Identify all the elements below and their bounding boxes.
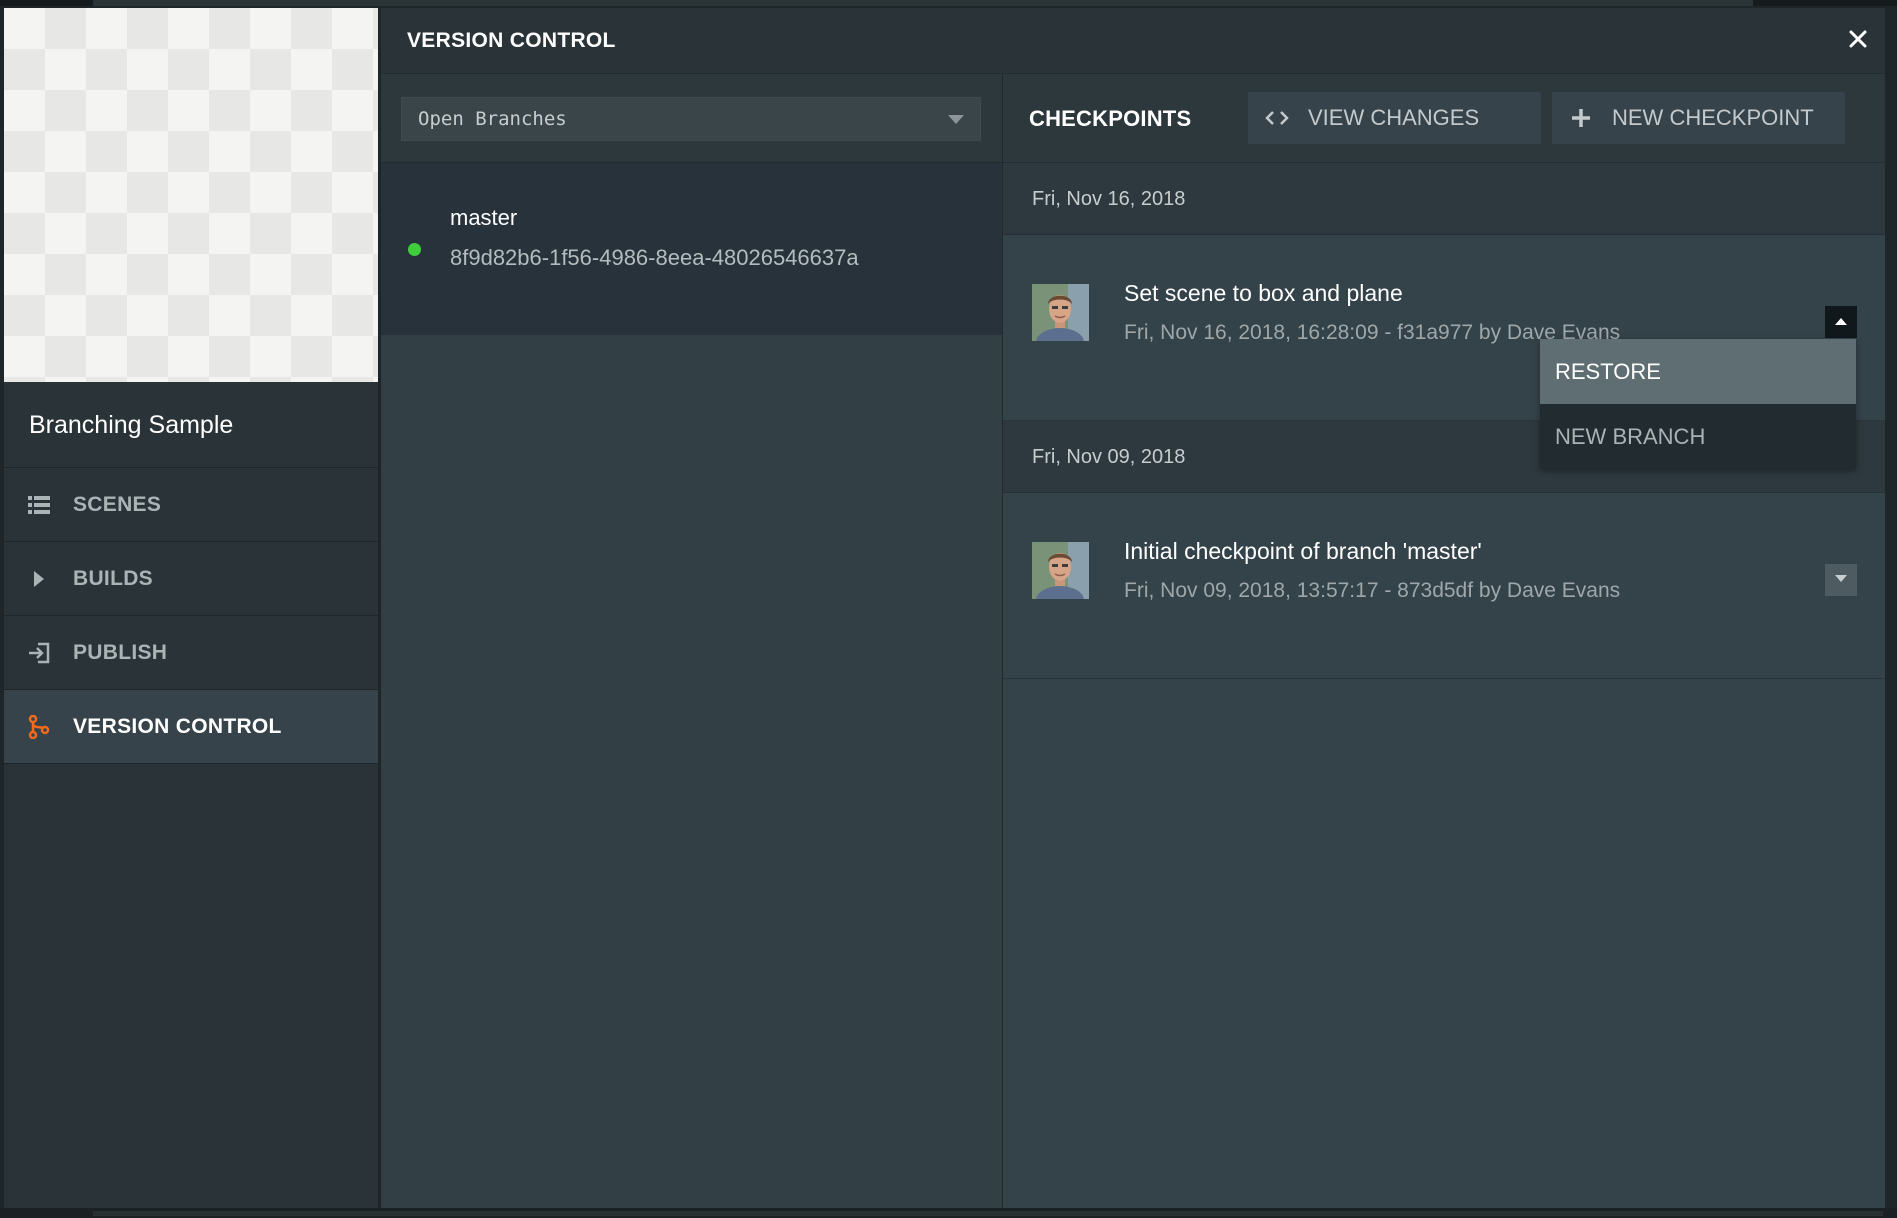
view-changes-button[interactable]: VIEW CHANGES bbox=[1248, 92, 1541, 144]
branch-item-master[interactable]: master 8f9d82b6-1f56-4986-8eea-480265466… bbox=[381, 163, 1002, 335]
panel-title: VERSION CONTROL bbox=[407, 29, 616, 52]
checkpoint-item[interactable]: Initial checkpoint of branch 'master' Fr… bbox=[1003, 493, 1885, 679]
sidebar-item-scenes[interactable]: SCENES bbox=[4, 468, 378, 542]
menu-item-new-branch[interactable]: NEW BRANCH bbox=[1540, 404, 1856, 469]
checkpoint-date-header: Fri, Nov 16, 2018 bbox=[1003, 163, 1885, 235]
code-icon bbox=[1264, 105, 1290, 131]
panel-header: VERSION CONTROL bbox=[381, 8, 1885, 74]
close-button[interactable] bbox=[1839, 22, 1877, 60]
new-checkpoint-button[interactable]: NEW CHECKPOINT bbox=[1552, 92, 1845, 144]
view-changes-label: VIEW CHANGES bbox=[1308, 105, 1480, 130]
sidebar-item-publish[interactable]: PUBLISH bbox=[4, 616, 378, 690]
sidebar-item-label: VERSION CONTROL bbox=[73, 714, 282, 738]
branch-id: 8f9d82b6-1f56-4986-8eea-48026546637a bbox=[450, 245, 859, 270]
project-thumbnail[interactable] bbox=[4, 8, 378, 382]
avatar bbox=[1032, 284, 1089, 341]
chevron-down-icon bbox=[1834, 571, 1848, 589]
checkpoint-menu-toggle[interactable] bbox=[1825, 306, 1857, 338]
menu-item-restore[interactable]: RESTORE bbox=[1540, 339, 1856, 404]
checkpoint-meta: Fri, Nov 09, 2018, 13:57:17 - 873d5df by… bbox=[1124, 579, 1621, 602]
top-window-strip-segment bbox=[93, 0, 1753, 6]
checkpoint-context-menu: RESTORE NEW BRANCH bbox=[1540, 339, 1856, 469]
list-icon bbox=[27, 493, 51, 517]
avatar bbox=[1032, 542, 1089, 599]
publish-icon bbox=[27, 641, 51, 665]
chevron-up-icon bbox=[1834, 313, 1848, 331]
checkpoints-column: CHECKPOINTS VIEW CHANGES NEW CHECKPOINT … bbox=[1003, 74, 1885, 1208]
sidebar-item-label: BUILDS bbox=[73, 566, 153, 590]
sidebar: Branching Sample SCENES BUILDS PUBLISH V… bbox=[4, 8, 378, 1208]
bottom-window-strip bbox=[0, 1208, 1897, 1218]
branch-status-dot bbox=[408, 243, 421, 256]
version-control-panel: VERSION CONTROL Open Branches master 8f9… bbox=[381, 8, 1885, 1208]
sidebar-item-version-control[interactable]: VERSION CONTROL bbox=[4, 690, 378, 764]
checkpoint-menu-toggle[interactable] bbox=[1825, 564, 1857, 596]
branch-name: master bbox=[450, 205, 518, 230]
sidebar-item-label: SCENES bbox=[73, 492, 162, 516]
sidebar-item-label: PUBLISH bbox=[73, 640, 168, 664]
sidebar-item-builds[interactable]: BUILDS bbox=[4, 542, 378, 616]
play-icon bbox=[27, 567, 51, 591]
checkpoint-title: Initial checkpoint of branch 'master' bbox=[1124, 538, 1482, 564]
branch-filter-value: Open Branches bbox=[418, 108, 567, 130]
project-name: Branching Sample bbox=[4, 382, 378, 468]
close-icon bbox=[1849, 30, 1867, 53]
branch-filter-select[interactable]: Open Branches bbox=[401, 97, 981, 141]
checkpoint-title: Set scene to box and plane bbox=[1124, 280, 1403, 306]
branches-column: Open Branches master 8f9d82b6-1f56-4986-… bbox=[381, 74, 1003, 1208]
checkpoint-date: Fri, Nov 09, 2018 bbox=[1032, 446, 1186, 468]
branches-toolbar: Open Branches bbox=[381, 74, 1002, 163]
checkpoint-date: Fri, Nov 16, 2018 bbox=[1032, 188, 1186, 210]
checkpoints-title: CHECKPOINTS bbox=[1029, 106, 1192, 131]
plus-icon bbox=[1568, 105, 1594, 131]
bottom-window-strip-segment bbox=[93, 1211, 1883, 1216]
branch-icon bbox=[27, 714, 51, 739]
chevron-down-icon bbox=[948, 114, 964, 124]
checkpoints-toolbar: CHECKPOINTS VIEW CHANGES NEW CHECKPOINT bbox=[1003, 74, 1885, 163]
new-checkpoint-label: NEW CHECKPOINT bbox=[1612, 105, 1814, 130]
top-window-strip bbox=[0, 0, 1897, 6]
